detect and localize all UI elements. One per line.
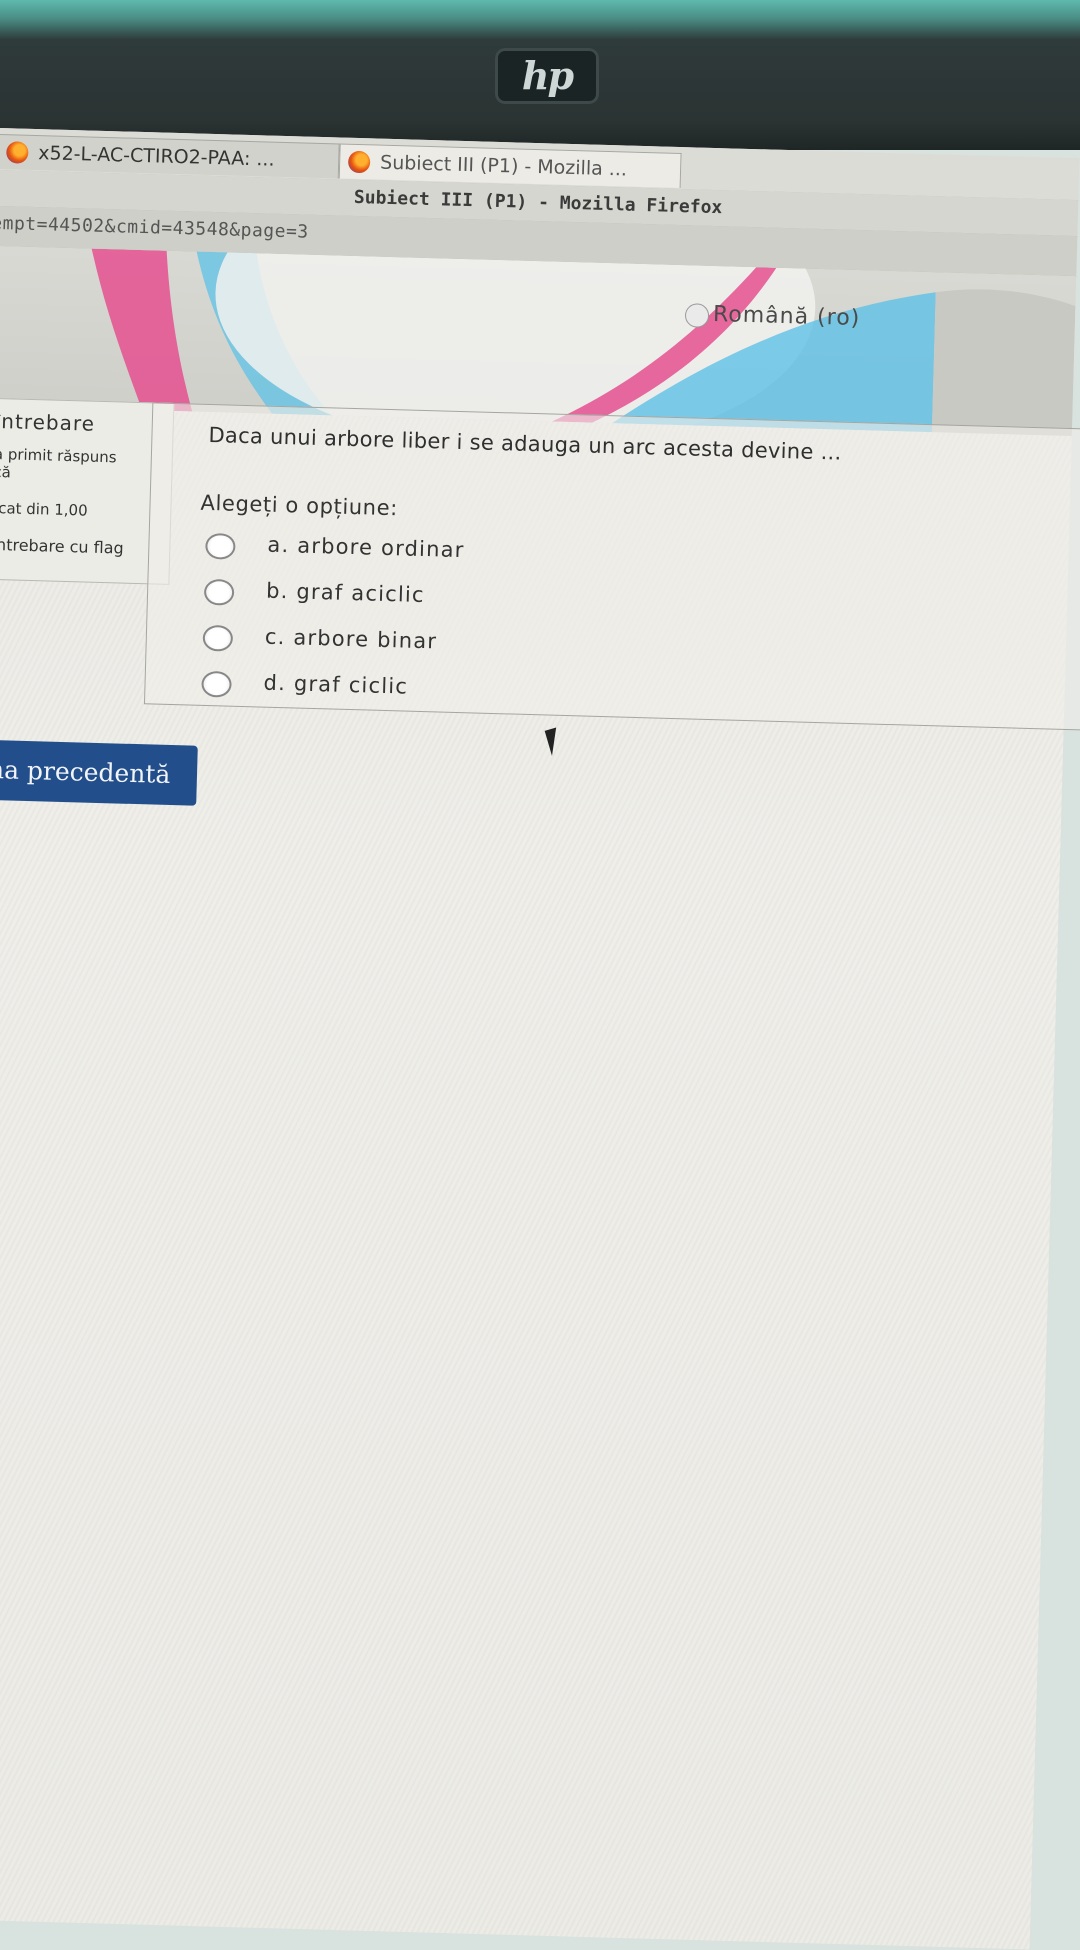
radio-button[interactable] (203, 578, 235, 606)
language-label: Română (ro) (712, 301, 861, 332)
question-text: Daca unui arbore liber i se adauga un ar… (208, 422, 842, 465)
flag-question-link[interactable]: Întrebare cu flag (0, 535, 124, 558)
answer-status-line2: că (0, 462, 12, 482)
answer-status: a primit răspuns (0, 444, 117, 467)
answer-prompt: Alegeți o opțiune: (200, 490, 399, 521)
question-box: Daca unui arbore liber i se adauga un ar… (143, 402, 1080, 731)
previous-page-button[interactable]: ina precedentă (0, 738, 198, 806)
option-d[interactable]: d. graf ciclic (201, 667, 802, 718)
option-label[interactable]: c. arbore binar (265, 625, 438, 654)
option-label[interactable]: b. graf aciclic (266, 579, 425, 607)
monitor-bezel: hp (0, 0, 1080, 150)
option-c[interactable]: c. arbore binar (202, 621, 803, 672)
radio-button[interactable] (205, 532, 236, 560)
tab-label: x52-L-AC-CTIRO2-PAA: ... (38, 142, 275, 171)
option-label[interactable]: a. arbore ordinar (267, 533, 465, 562)
option-label[interactable]: d. graf ciclic (263, 671, 408, 699)
radio-button[interactable] (201, 670, 232, 698)
language-selector[interactable]: Română (ro) (684, 301, 861, 332)
firefox-icon (347, 150, 371, 174)
hp-logo: hp (495, 48, 599, 104)
firefox-icon (6, 141, 29, 164)
option-a[interactable]: a. arbore ordinar (205, 529, 806, 580)
option-b[interactable]: b. graf aciclic (203, 575, 805, 626)
question-mark: rcat din 1,00 (0, 498, 88, 520)
url-text[interactable]: empt=44502&cmid=43548&page=3 (0, 213, 309, 243)
browser-screen: x52-L-AC-CTIRO2-PAA: ... Subiect III (P1… (0, 128, 1080, 1950)
question-number: întrebare (0, 408, 96, 436)
mouse-cursor-icon (544, 727, 564, 756)
radio-button[interactable] (202, 624, 234, 652)
tab-label: Subiect III (P1) - Mozilla ... (379, 151, 628, 181)
